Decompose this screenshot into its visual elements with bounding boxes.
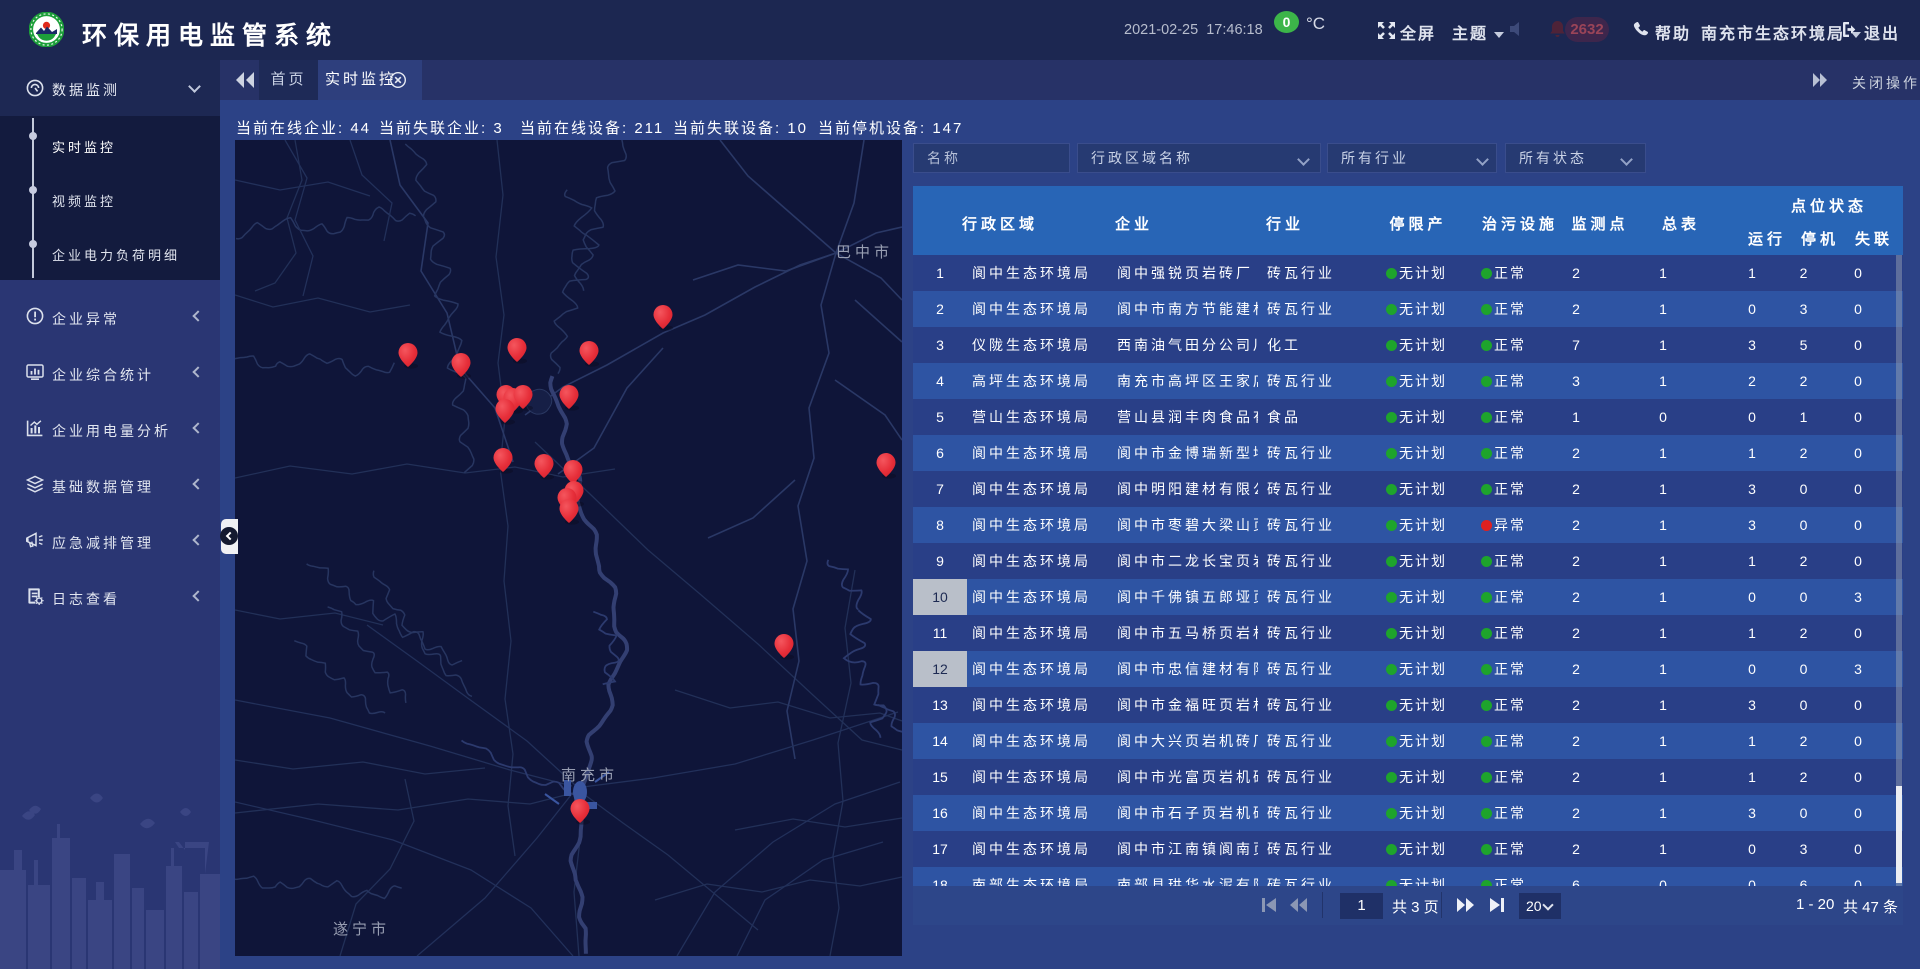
svg-text:巴中市: 巴中市 [836,244,893,261]
svg-text:遂宁市: 遂宁市 [333,921,390,938]
svg-text:0: 0 [1283,14,1291,30]
svg-text:南充市: 南充市 [561,767,618,784]
